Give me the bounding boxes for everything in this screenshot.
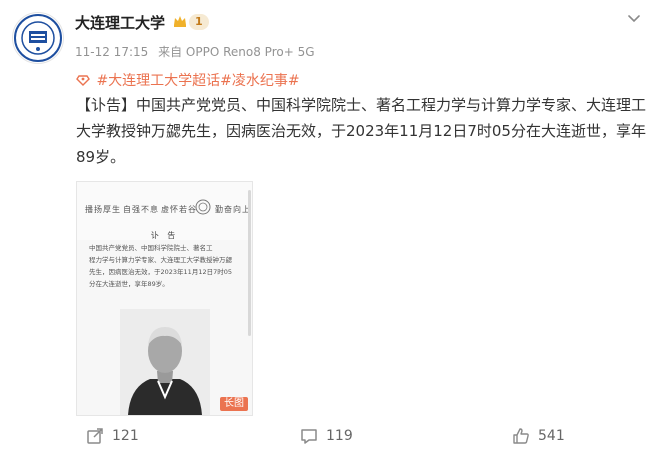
portrait-photo (120, 309, 210, 415)
long-image-tag: 长图 (220, 397, 248, 411)
image-scrollbar[interactable] (248, 190, 251, 336)
level-badge: 1 (189, 14, 209, 30)
obituary-line: 分在大连逝世，享年89岁。 (89, 280, 169, 288)
obituary-body: 中国共产党党员、中国科学院院士、著名工 程力学与计算力学专家、大连理工大学教授钟… (89, 242, 241, 290)
comment-count: 119 (326, 428, 353, 444)
topic-icon (76, 75, 90, 86)
avatar[interactable] (12, 12, 64, 64)
like-count: 541 (538, 428, 565, 444)
comment-icon (301, 429, 317, 444)
portrait-figure (120, 309, 210, 415)
action-bar: 121 119 541 (0, 422, 660, 452)
obituary-line: 程力学与计算力学专家、大连理工大学教授钟万勰 (89, 256, 232, 264)
post-timestamp[interactable]: 11-12 17:15 (75, 45, 148, 59)
share-button[interactable]: 121 (86, 422, 139, 450)
university-logo-icon (14, 14, 62, 62)
share-icon (87, 428, 103, 444)
obituary-line: 先生，因病医治无效，于2023年11月12日7时05 (89, 268, 232, 276)
author-name[interactable]: 大连理工大学 (75, 12, 165, 33)
share-count: 121 (112, 428, 139, 444)
school-seal-icon (195, 199, 211, 215)
obituary-line: 中国共产党党员、中国科学院院士、著名工 (89, 244, 213, 252)
obituary-image[interactable]: 播扬厚生 自强不息 虚怀若谷 勤奋向上 讣 告 中国共产党党员、中国科学院院士、… (76, 181, 253, 416)
comment-button[interactable]: 119 (300, 422, 353, 450)
calligraphy-1: 播扬厚生 (85, 205, 121, 214)
calligraphy-4: 勤奋向上 (215, 205, 251, 214)
post-source: 来自 OPPO Reno8 Pro+ 5G (158, 45, 315, 59)
calligraphy-3: 虚怀若谷 (161, 205, 197, 214)
post-meta: 11-12 17:15 来自 OPPO Reno8 Pro+ 5G (75, 43, 321, 60)
topic-link[interactable]: #大连理工大学超话#凌水纪事# (76, 70, 300, 90)
topic-text[interactable]: #大连理工大学超话#凌水纪事# (96, 73, 299, 89)
like-icon (513, 428, 529, 444)
chevron-down-icon[interactable] (626, 10, 642, 26)
post-text: 【讣告】中国共产党党员、中国科学院院士、著名工程力学与计算力学专家、大连理工大学… (76, 96, 647, 166)
calligraphy-2: 自强不息 (123, 205, 159, 214)
crown-icon (174, 16, 186, 27)
obituary-title: 讣 告 (150, 231, 179, 240)
like-button[interactable]: 541 (512, 422, 565, 450)
